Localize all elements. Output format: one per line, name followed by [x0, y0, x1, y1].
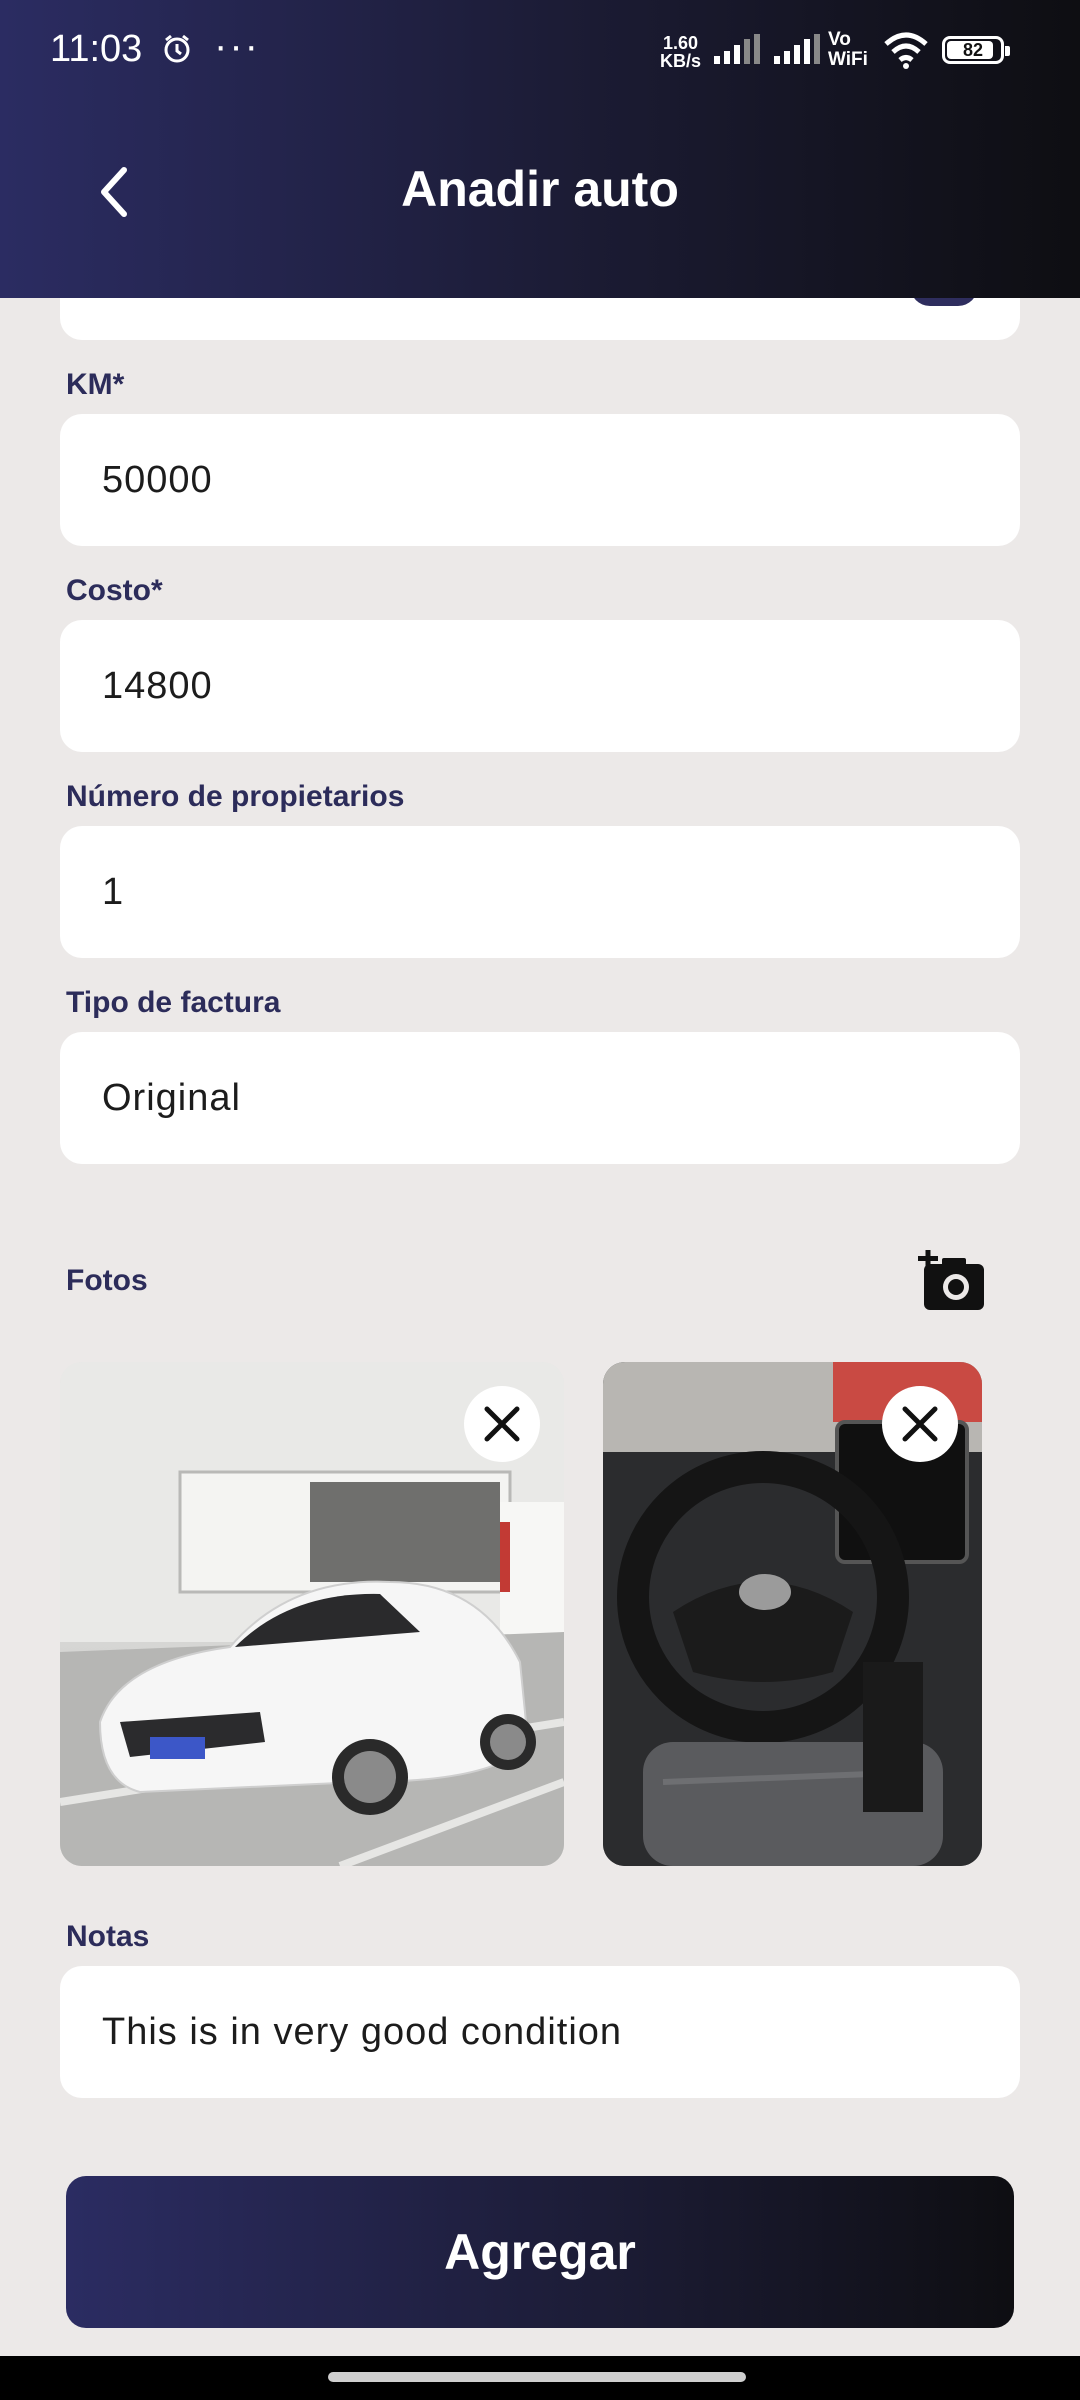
- vowifi-indicator: Vo WiFi: [828, 30, 868, 70]
- network-speed-value: 1.60: [662, 33, 699, 53]
- close-icon: [902, 1406, 938, 1442]
- app-header: 11:03 ··· 1.60 KB/s Vo WiFi 82 Anadir au…: [0, 0, 1080, 298]
- fotos-label: Fotos: [66, 1264, 148, 1297]
- status-time: 11:03: [50, 28, 143, 70]
- remove-photo-button[interactable]: [464, 1386, 540, 1462]
- network-speed: 1.60 KB/s: [660, 34, 701, 70]
- car-photo-interior[interactable]: [603, 1362, 982, 1866]
- close-icon: [484, 1406, 520, 1442]
- home-indicator[interactable]: [328, 2372, 746, 2382]
- navigation-bar: [0, 2356, 1080, 2400]
- page-title: Anadir auto: [401, 161, 679, 217]
- costo-input[interactable]: 14800: [60, 620, 1020, 752]
- km-label: KM*: [66, 368, 125, 401]
- propietarios-input[interactable]: 1: [60, 826, 1020, 958]
- notas-input[interactable]: This is in very good condition: [60, 1966, 1020, 2098]
- alarm-icon: [162, 34, 192, 69]
- battery-icon: 82: [942, 36, 1010, 64]
- vowifi-top: Vo: [828, 29, 851, 50]
- agregar-button[interactable]: Agregar: [66, 2176, 1014, 2328]
- costo-label: Costo*: [66, 574, 163, 607]
- add-camera-icon[interactable]: [918, 1250, 988, 1319]
- signal-icon: [712, 34, 762, 71]
- notas-label: Notas: [66, 1920, 150, 1953]
- remove-photo-button[interactable]: [882, 1386, 958, 1462]
- km-input[interactable]: 50000: [60, 414, 1020, 546]
- battery-level: 82: [962, 40, 984, 60]
- status-bar: 11:03 ··· 1.60 KB/s Vo WiFi 82: [0, 0, 1080, 100]
- vowifi-bottom: WiFi: [828, 49, 868, 70]
- propietarios-label: Número de propietarios: [66, 780, 405, 813]
- factura-input[interactable]: Original: [60, 1032, 1020, 1164]
- more-dots-icon: ···: [214, 24, 260, 68]
- car-photo-exterior[interactable]: [60, 1362, 564, 1866]
- wifi-icon: [882, 30, 930, 75]
- network-speed-unit: KB/s: [660, 51, 702, 71]
- signal-icon: [772, 34, 822, 71]
- factura-label: Tipo de factura: [66, 986, 281, 1019]
